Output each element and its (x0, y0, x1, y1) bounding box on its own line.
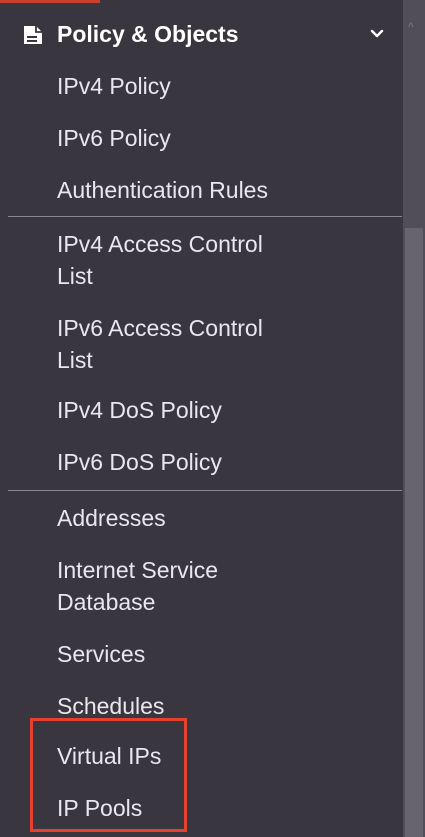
menu-item-label-line2: List (57, 347, 93, 373)
document-icon (24, 26, 42, 44)
menu-item-internet-service-database[interactable]: Internet Service Database (57, 554, 357, 618)
menu-item-ipv4-access-control-list[interactable]: IPv4 Access Control List (57, 228, 357, 292)
accent-strip (0, 0, 100, 3)
menu-item-label: IPv4 Policy (57, 73, 171, 99)
scrollbar-thumb[interactable] (405, 228, 423, 837)
highlight-box (30, 718, 187, 832)
menu-item-ipv6-access-control-list[interactable]: IPv6 Access Control List (57, 312, 357, 376)
menu-item-label: IPv6 Policy (57, 125, 171, 151)
menu-item-services[interactable]: Services (57, 638, 357, 670)
menu-item-label-line2: List (57, 263, 93, 289)
menu-item-label-line1: IPv4 Access Control (57, 231, 263, 257)
menu-item-addresses[interactable]: Addresses (57, 502, 357, 534)
menu-section-header[interactable]: Policy & Objects (0, 6, 400, 58)
menu-item-label: IPv4 DoS Policy (57, 397, 222, 423)
menu-item-label: Services (57, 641, 146, 667)
menu-item-authentication-rules[interactable]: Authentication Rules (57, 174, 357, 206)
menu-item-label: Addresses (57, 505, 166, 531)
policy-objects-menu: ^ Policy & Objects IPv4 Policy IPv6 Poli… (0, 0, 425, 837)
menu-item-label: Authentication Rules (57, 177, 268, 203)
menu-item-label: Schedules (57, 693, 165, 719)
menu-item-label-line2: Database (57, 589, 156, 615)
menu-item-ipv4-dos-policy[interactable]: IPv4 DoS Policy (57, 394, 357, 426)
menu-item-label: IPv6 DoS Policy (57, 449, 222, 475)
chevron-down-icon[interactable] (370, 28, 384, 40)
menu-item-label-line1: Internet Service (57, 557, 219, 583)
menu-item-ipv6-policy[interactable]: IPv6 Policy (57, 122, 357, 154)
menu-divider (8, 490, 402, 491)
menu-item-ipv4-policy[interactable]: IPv4 Policy (57, 70, 357, 102)
scroll-up-icon[interactable]: ^ (408, 21, 420, 33)
menu-item-label-line1: IPv6 Access Control (57, 315, 263, 341)
menu-divider (8, 216, 402, 217)
menu-section-title: Policy & Objects (57, 21, 239, 47)
menu-item-ipv6-dos-policy[interactable]: IPv6 DoS Policy (57, 446, 357, 478)
